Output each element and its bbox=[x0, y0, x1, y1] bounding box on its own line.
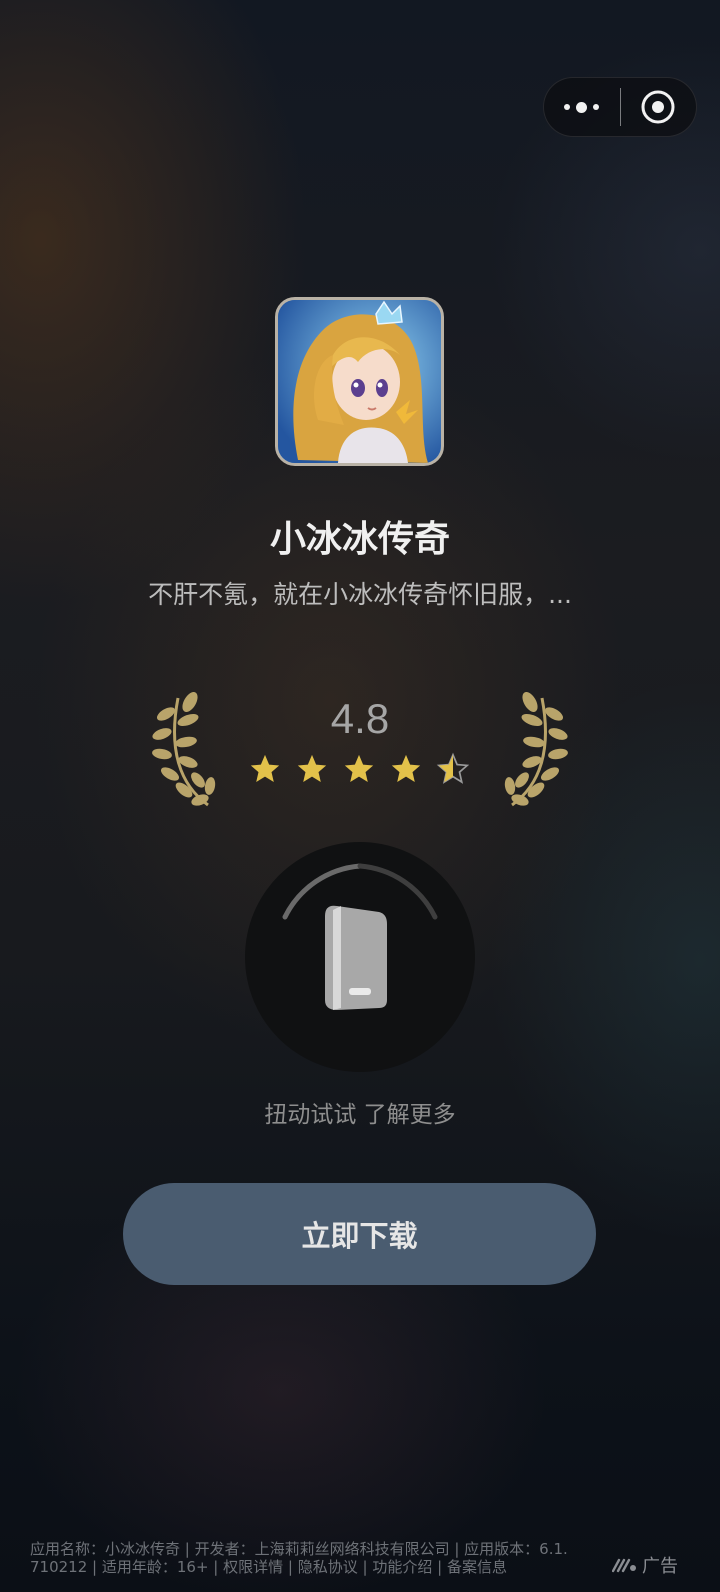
footer-sep: | bbox=[432, 1558, 447, 1576]
permissions-link[interactable]: 权限详情 bbox=[223, 1558, 283, 1576]
app-description: 不肝不氪，就在小冰冰传奇怀旧服，... bbox=[148, 580, 572, 609]
shake-prompt[interactable] bbox=[245, 842, 475, 1072]
target-close-icon bbox=[641, 90, 675, 124]
footer-sep: | bbox=[357, 1558, 373, 1576]
rating-stars bbox=[248, 752, 470, 792]
footer-line-2: 710212 | 适用年龄：16+ | 权限详情 | 隐私协议 | 功能介绍 |… bbox=[30, 1558, 590, 1576]
rating-value: 4.8 bbox=[330, 695, 390, 742]
footer-version-age: 710212 | 适用年龄：16+ | bbox=[30, 1558, 224, 1576]
more-dots-icon bbox=[564, 104, 571, 110]
footer-sep: | bbox=[283, 1558, 298, 1576]
app-name: 小冰冰传奇 bbox=[269, 519, 450, 560]
filing-link[interactable]: 备案信息 bbox=[447, 1558, 507, 1576]
ad-logo-icon bbox=[612, 1558, 636, 1573]
phone-tilt-icon bbox=[282, 863, 438, 1010]
app-icon bbox=[275, 297, 444, 466]
ad-label: 广告 bbox=[642, 1556, 678, 1577]
more-dot-right bbox=[593, 104, 600, 110]
mini-program-capsule bbox=[543, 77, 697, 137]
app-info-footer: 应用名称：小冰冰传奇 | 开发者：上海莉莉丝网络科技有限公司 | 应用版本：6.… bbox=[30, 1540, 590, 1576]
star-full-icon bbox=[344, 754, 374, 783]
shake-hint: 扭动试试 了解更多 bbox=[264, 1102, 456, 1128]
privacy-link[interactable]: 隐私协议 bbox=[298, 1558, 358, 1576]
star-full-icon bbox=[297, 754, 327, 783]
download-button[interactable]: 立即下载 bbox=[123, 1183, 596, 1285]
footer-line-1: 应用名称：小冰冰传奇 | 开发者：上海莉莉丝网络科技有限公司 | 应用版本：6.… bbox=[30, 1540, 568, 1558]
more-dot-center bbox=[576, 101, 588, 113]
more-button[interactable] bbox=[544, 77, 620, 137]
star-half-icon bbox=[436, 752, 470, 784]
star-full-icon bbox=[391, 754, 421, 783]
close-button[interactable] bbox=[621, 77, 697, 137]
star-full-icon bbox=[250, 754, 280, 783]
app-icon-character bbox=[278, 300, 441, 463]
ad-tag[interactable]: 广告 bbox=[612, 1552, 678, 1578]
features-link[interactable]: 功能介绍 bbox=[372, 1558, 432, 1576]
